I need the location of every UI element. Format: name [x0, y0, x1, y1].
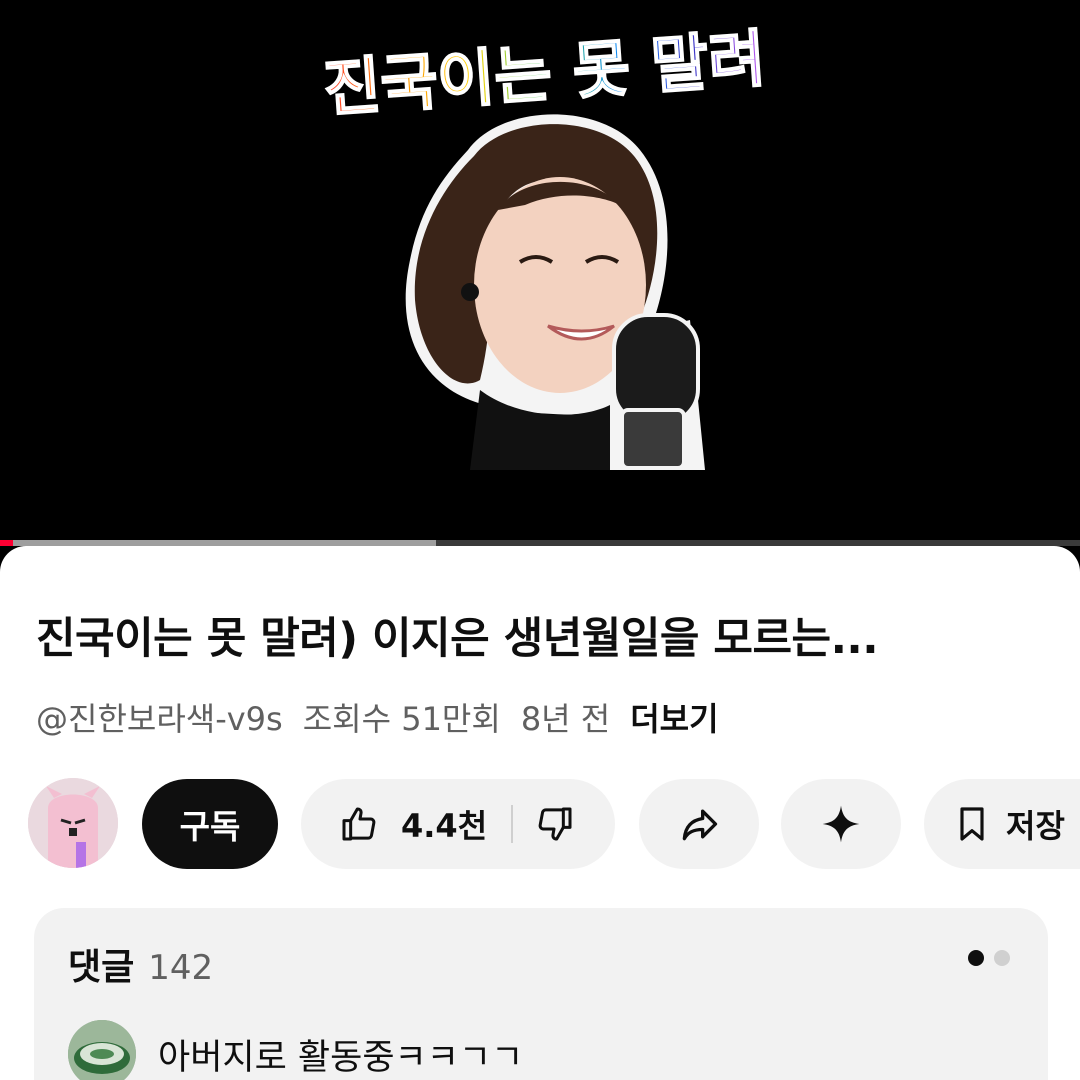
video-meta[interactable]: @진한보라색-v9s 조회수 51만회 8년 전 더보기 [36, 694, 719, 740]
video-title[interactable]: 진국이는 못 말려) 이지은 생년월일을 모르는... [36, 604, 1046, 666]
channel-avatar[interactable] [28, 778, 118, 868]
avatar-art [28, 778, 118, 868]
like-count: 4.4천 [401, 807, 488, 845]
dot-inactive [994, 950, 1010, 966]
video-frame: 진국이는 못 말려 [0, 0, 1080, 540]
view-count: 조회수 51만회 [302, 700, 501, 738]
like-button[interactable]: 4.4천 [301, 779, 487, 869]
top-comment[interactable]: 아버지로 활동중ㅋㅋㄱㄱ [68, 1020, 523, 1080]
comments-count: 142 [148, 948, 214, 988]
channel-handle: @진한보라색-v9s [36, 700, 283, 738]
thumb-down-icon [535, 804, 575, 844]
like-dislike-group: 4.4천 [301, 779, 615, 869]
thumb-up-icon [339, 804, 379, 844]
share-button[interactable] [639, 779, 759, 869]
bookmark-icon [952, 804, 992, 844]
action-row: 구독 4.4천 저장 [28, 778, 1080, 870]
carousel-dots [968, 950, 1010, 966]
remix-button[interactable] [781, 779, 901, 869]
save-button[interactable]: 저장 [924, 779, 1080, 869]
save-label: 저장 [1006, 807, 1065, 845]
commenter-avatar [68, 1020, 136, 1080]
comments-label: 댓글 [68, 947, 135, 988]
more-link[interactable]: 더보기 [630, 694, 718, 740]
video-player[interactable]: 진국이는 못 말려 [0, 0, 1080, 546]
dot-active [968, 950, 984, 966]
comments-header: 댓글 142 [68, 938, 213, 990]
details-sheet: 진국이는 못 말려) 이지은 생년월일을 모르는... @진한보라색-v9s 조… [0, 546, 1080, 1080]
comments-card[interactable]: 댓글 142 아버지로 활동중ㅋㅋㄱㄱ [34, 908, 1048, 1080]
sparkle-icon [821, 804, 861, 844]
progress-played [0, 540, 13, 546]
subscribe-button[interactable]: 구독 [142, 779, 278, 869]
comment-text: 아버지로 활동중ㅋㅋㄱㄱ [158, 1037, 524, 1078]
share-icon [677, 802, 721, 846]
dislike-button[interactable] [513, 779, 575, 869]
upload-age: 8년 전 [520, 700, 611, 738]
watch-page: 진국이는 못 말려 진국이는 못 말려) 이지은 생년월일을 모르는... @진… [0, 0, 1080, 1080]
